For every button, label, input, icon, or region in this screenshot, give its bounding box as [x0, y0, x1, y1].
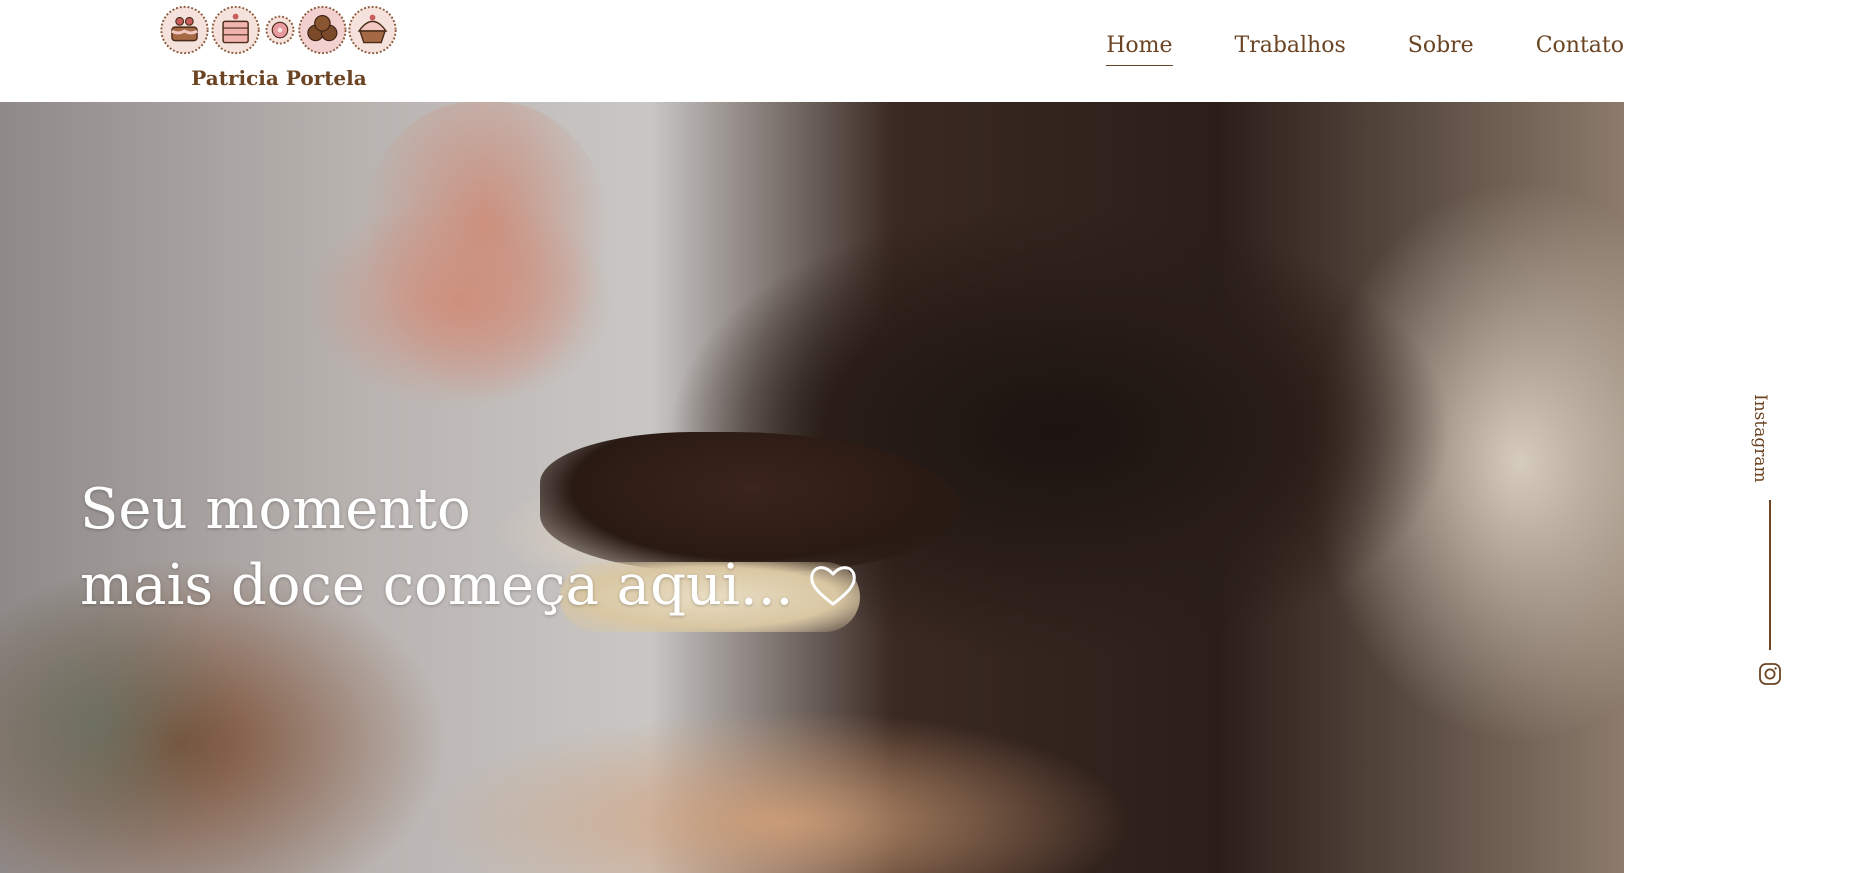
donut-icon [265, 15, 295, 45]
instagram-label[interactable]: Instagram [1750, 394, 1770, 483]
brand-name: Patricia Portela [191, 66, 367, 90]
layer-cake-icon [211, 5, 260, 55]
hero-title-line2: mais doce começa aqui... [80, 553, 794, 618]
cupcake-icon [348, 5, 397, 55]
instagram-icon[interactable] [1758, 662, 1782, 686]
hero-title: Seu momento mais doce começa aqui... [80, 472, 859, 624]
nav-item-home[interactable]: Home [1106, 30, 1173, 66]
cookies-icon [298, 5, 347, 55]
hero-banner: Seu momento mais doce começa aqui... [0, 102, 1624, 873]
main-nav: Home Trabalhos Sobre Contato [1044, 30, 1624, 66]
nav-item-contato[interactable]: Contato [1536, 30, 1624, 66]
hero-title-line1: Seu momento [80, 477, 471, 542]
cake-icon [160, 5, 209, 55]
social-divider-line [1769, 500, 1771, 650]
nav-item-sobre[interactable]: Sobre [1408, 30, 1474, 66]
hero-image-hand [360, 102, 610, 402]
hero-title-line2-wrap: mais doce começa aqui... [80, 548, 859, 624]
heart-outline-icon [810, 566, 857, 606]
site-header: Patricia Portela Home Trabalhos Sobre Co… [0, 0, 1871, 102]
nav-item-trabalhos[interactable]: Trabalhos [1235, 30, 1346, 66]
logo[interactable]: Patricia Portela [154, 4, 404, 96]
social-sidebar: Instagram [1750, 390, 1790, 690]
logo-icons [160, 5, 397, 55]
